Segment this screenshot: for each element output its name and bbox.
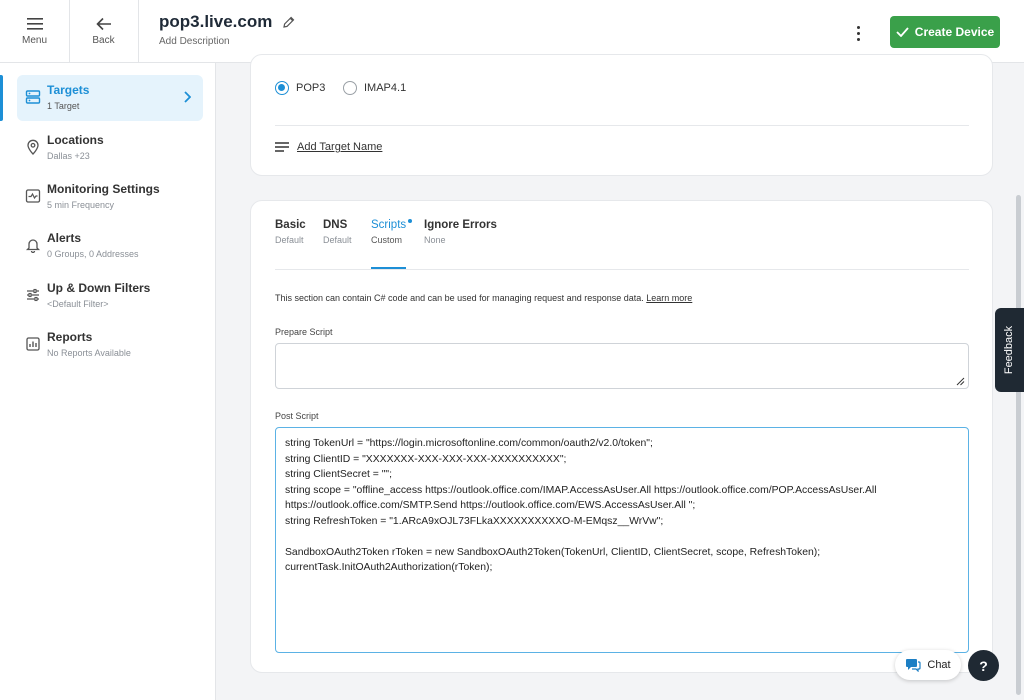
sidebar-item-label: Locations — [47, 133, 104, 147]
sidebar-item-label: Monitoring Settings — [47, 182, 160, 196]
bell-icon — [25, 239, 41, 253]
feedback-tab[interactable]: Feedback — [995, 308, 1024, 392]
hamburger-icon — [26, 18, 43, 30]
prepare-script-input[interactable] — [275, 343, 969, 389]
prepare-script-label: Prepare Script — [275, 327, 333, 337]
sidebar-item-locations[interactable]: Locations Dallas +23 — [17, 125, 203, 171]
sidebar-item-sub: 5 min Frequency — [47, 200, 115, 210]
pencil-icon[interactable] — [283, 16, 295, 28]
sidebar-item-alerts[interactable]: Alerts 0 Groups, 0 Addresses — [17, 223, 203, 269]
tab-label: Basic — [275, 219, 306, 231]
help-button[interactable]: ? — [968, 650, 999, 681]
tab-scripts[interactable]: Scripts Custom — [371, 219, 413, 245]
learn-more-link[interactable]: Learn more — [646, 293, 692, 303]
tab-sub: Default — [323, 235, 352, 245]
sidebar-item-sub: <Default Filter> — [47, 299, 109, 309]
create-device-button[interactable]: Create Device — [890, 16, 1000, 48]
settings-card: Basic Default DNS Default Scripts Custom… — [250, 200, 993, 673]
tabs-divider — [275, 269, 969, 270]
radio-imap[interactable]: IMAP4.1 — [343, 81, 406, 95]
sidebar: Targets 1 Target Locations Dallas +23 Mo… — [0, 63, 216, 700]
sidebar-item-monitoring-settings[interactable]: Monitoring Settings 5 min Frequency — [17, 174, 203, 220]
arrow-left-icon — [95, 17, 111, 31]
post-script-input[interactable]: string TokenUrl = "https://login.microso… — [275, 427, 969, 653]
menu-button[interactable]: Menu — [0, 0, 70, 63]
title-block: pop3.live.com Add Description — [159, 12, 295, 47]
sidebar-item-up-down-filters[interactable]: Up & Down Filters <Default Filter> — [17, 273, 203, 319]
back-button[interactable]: Back — [69, 0, 139, 63]
page-title: pop3.live.com — [159, 12, 273, 31]
divider — [275, 125, 969, 126]
chat-label: Chat — [927, 659, 951, 671]
resize-handle-icon[interactable] — [956, 377, 965, 386]
tab-label: DNS — [323, 219, 348, 231]
report-icon — [26, 337, 40, 351]
back-label: Back — [92, 35, 115, 46]
tab-basic[interactable]: Basic Default — [275, 219, 306, 245]
radio-label: IMAP4.1 — [364, 82, 407, 94]
sidebar-item-sub: 1 Target — [47, 101, 80, 111]
active-tab-underline — [371, 267, 406, 269]
target-card: POP3 IMAP4.1 Add Target Name — [250, 54, 993, 176]
chevron-right-icon — [184, 91, 191, 103]
chat-bubble-icon — [906, 659, 921, 672]
sliders-icon — [27, 288, 39, 302]
create-device-label: Create Device — [914, 25, 995, 39]
feedback-label: Feedback — [1003, 325, 1016, 375]
scripts-description: This section can contain C# code and can… — [275, 293, 692, 303]
text-lines-icon — [275, 142, 289, 152]
check-icon — [896, 27, 909, 37]
sidebar-item-targets[interactable]: Targets 1 Target — [17, 75, 203, 121]
monitor-settings-icon — [25, 189, 41, 203]
server-icon — [25, 90, 41, 104]
sidebar-item-sub: 0 Groups, 0 Addresses — [47, 249, 139, 259]
tab-ignore-errors[interactable]: Ignore Errors None — [424, 219, 497, 245]
radio-circle-icon — [343, 81, 357, 95]
more-options-icon[interactable] — [848, 22, 868, 44]
add-target-name-link[interactable]: Add Target Name — [275, 141, 382, 153]
sidebar-item-label: Alerts — [47, 231, 82, 245]
radio-label: POP3 — [296, 82, 326, 94]
sidebar-item-label: Up & Down Filters — [47, 281, 151, 295]
menu-label: Menu — [21, 35, 47, 46]
sidebar-item-reports[interactable]: Reports No Reports Available — [17, 322, 203, 368]
tab-sub: None — [424, 235, 446, 245]
tab-label: Scripts — [371, 219, 407, 231]
sidebar-item-sub: Dallas +23 — [47, 151, 90, 161]
location-pin-icon — [27, 139, 39, 155]
chat-button[interactable]: Chat — [895, 650, 961, 680]
post-script-label: Post Script — [275, 411, 319, 421]
modified-dot-icon — [408, 219, 413, 223]
tab-label: Ignore Errors — [424, 219, 497, 231]
tab-sub: Default — [275, 235, 304, 245]
active-indicator — [0, 75, 3, 121]
sidebar-item-label: Targets — [47, 83, 90, 97]
page-scrollbar[interactable] — [1016, 195, 1021, 695]
sidebar-item-label: Reports — [47, 330, 93, 344]
description-text: This section can contain C# code and can… — [275, 293, 644, 303]
tab-dns[interactable]: DNS Default — [323, 219, 352, 245]
sidebar-item-sub: No Reports Available — [47, 348, 131, 358]
radio-pop3[interactable]: POP3 — [275, 81, 325, 95]
radio-circle-icon — [275, 81, 289, 95]
add-target-name-label: Add Target Name — [297, 141, 383, 153]
add-description-link[interactable]: Add Description — [159, 36, 295, 47]
tab-sub: Custom — [371, 235, 403, 245]
